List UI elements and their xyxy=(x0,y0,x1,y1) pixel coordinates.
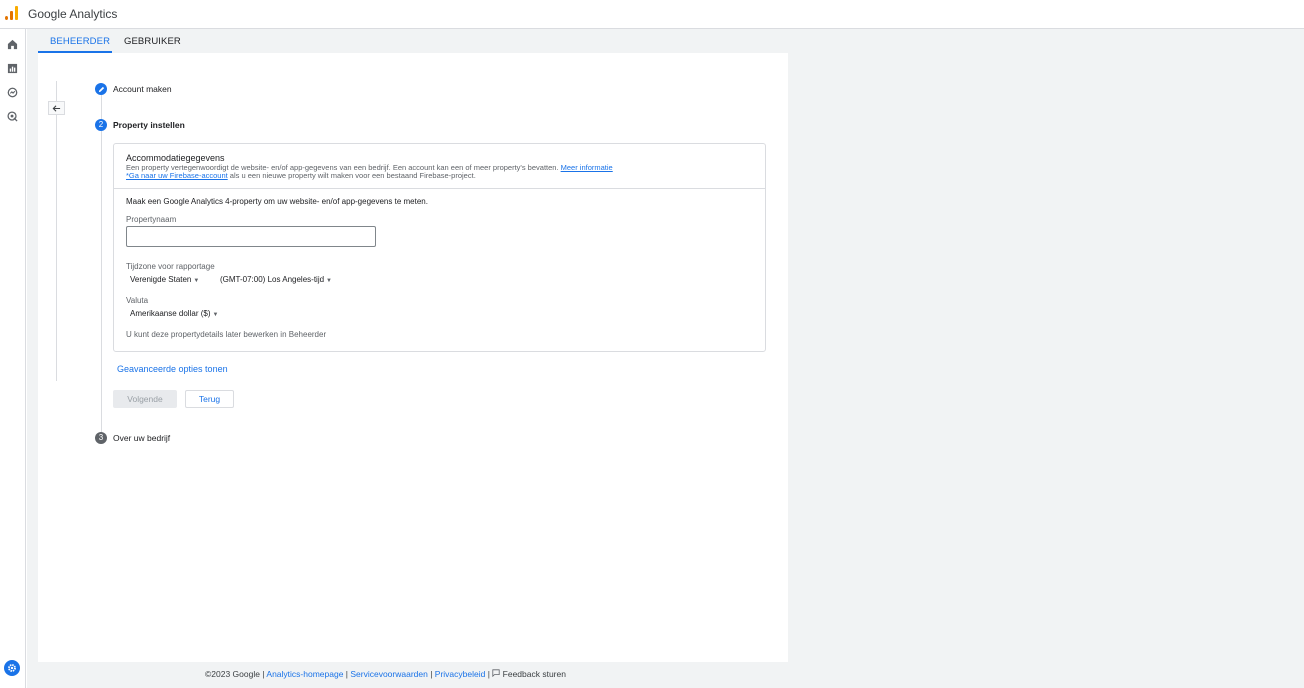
advertising-icon[interactable] xyxy=(6,111,18,123)
currency-label: Valuta xyxy=(126,296,149,305)
card-header: Accommodatiegegevens Een property verteg… xyxy=(114,144,765,189)
currency-value: Amerikaanse dollar ($) xyxy=(130,309,211,318)
timezone-select[interactable]: (GMT-07:00) Los Angeles-tijd ▼ xyxy=(220,275,332,284)
dropdown-caret-icon: ▼ xyxy=(326,278,332,284)
privacy-link[interactable]: Privacybeleid xyxy=(435,669,486,679)
terms-link[interactable]: Servicevoorwaarden xyxy=(350,669,427,679)
timezone-label: Tijdzone voor rapportage xyxy=(126,262,215,271)
gear-icon[interactable] xyxy=(4,660,20,676)
left-nav xyxy=(0,29,26,688)
step-1-label: Account maken xyxy=(113,84,172,94)
property-intro: Maak een Google Analytics 4-property om … xyxy=(126,197,428,206)
feedback-link[interactable]: Feedback sturen xyxy=(503,669,566,679)
property-name-label: Propertynaam xyxy=(126,215,177,224)
home-icon[interactable] xyxy=(6,39,18,51)
step-3-indicator: 3 xyxy=(95,432,107,444)
dropdown-caret-icon: ▼ xyxy=(193,278,200,284)
step-2-label: Property instellen xyxy=(113,120,185,130)
edit-later-note: U kunt deze propertydetails later bewerk… xyxy=(126,330,327,339)
analytics-logo-icon[interactable] xyxy=(5,6,19,20)
step-3-label: Over uw bedrijf xyxy=(113,433,171,443)
firebase-text: als u een nieuwe property wilt maken voo… xyxy=(227,171,476,180)
firebase-link[interactable]: *Ga naar uw Firebase-account xyxy=(126,171,228,180)
learn-more-link[interactable]: Meer informatie xyxy=(561,163,613,172)
app-title[interactable]: Google Analytics xyxy=(28,7,117,21)
stepper-line xyxy=(101,94,102,432)
tab-gebruiker[interactable]: GEBRUIKER xyxy=(124,36,181,47)
property-details-card: Accommodatiegegevens Een property verteg… xyxy=(113,143,766,352)
country-select[interactable]: Verenigde Staten ▼ xyxy=(130,275,199,284)
step-2-indicator: 2 xyxy=(95,119,107,131)
currency-select[interactable]: Amerikaanse dollar ($) ▼ xyxy=(130,309,218,318)
copyright: ©2023 Google | xyxy=(205,669,267,679)
property-name-input[interactable] xyxy=(126,226,376,247)
country-value: Verenigde Staten xyxy=(130,275,192,284)
outer-divider xyxy=(56,81,57,381)
card-title: Accommodatiegegevens xyxy=(126,153,225,163)
back-button[interactable]: Terug xyxy=(185,390,234,408)
footer: ©2023 Google | Analytics-homepage | Serv… xyxy=(205,669,566,679)
back-arrow-button[interactable] xyxy=(48,101,65,115)
advanced-options-link[interactable]: Geavanceerde opties tonen xyxy=(117,364,228,374)
next-button[interactable]: Volgende xyxy=(113,390,177,408)
dropdown-caret-icon: ▼ xyxy=(212,312,219,318)
card-description: Een property vertegenwoordigt de website… xyxy=(126,164,756,180)
feedback-icon[interactable] xyxy=(492,669,500,679)
tab-beheerder[interactable]: BEHEERDER xyxy=(50,36,110,47)
top-bar: Google Analytics xyxy=(0,0,1304,29)
pencil-icon xyxy=(98,86,104,92)
reports-icon[interactable] xyxy=(6,63,18,75)
step-1-indicator xyxy=(95,83,107,95)
explore-icon[interactable] xyxy=(6,87,18,99)
timezone-value: (GMT-07:00) Los Angeles-tijd xyxy=(220,275,325,284)
analytics-homepage-link[interactable]: Analytics-homepage xyxy=(266,669,343,679)
